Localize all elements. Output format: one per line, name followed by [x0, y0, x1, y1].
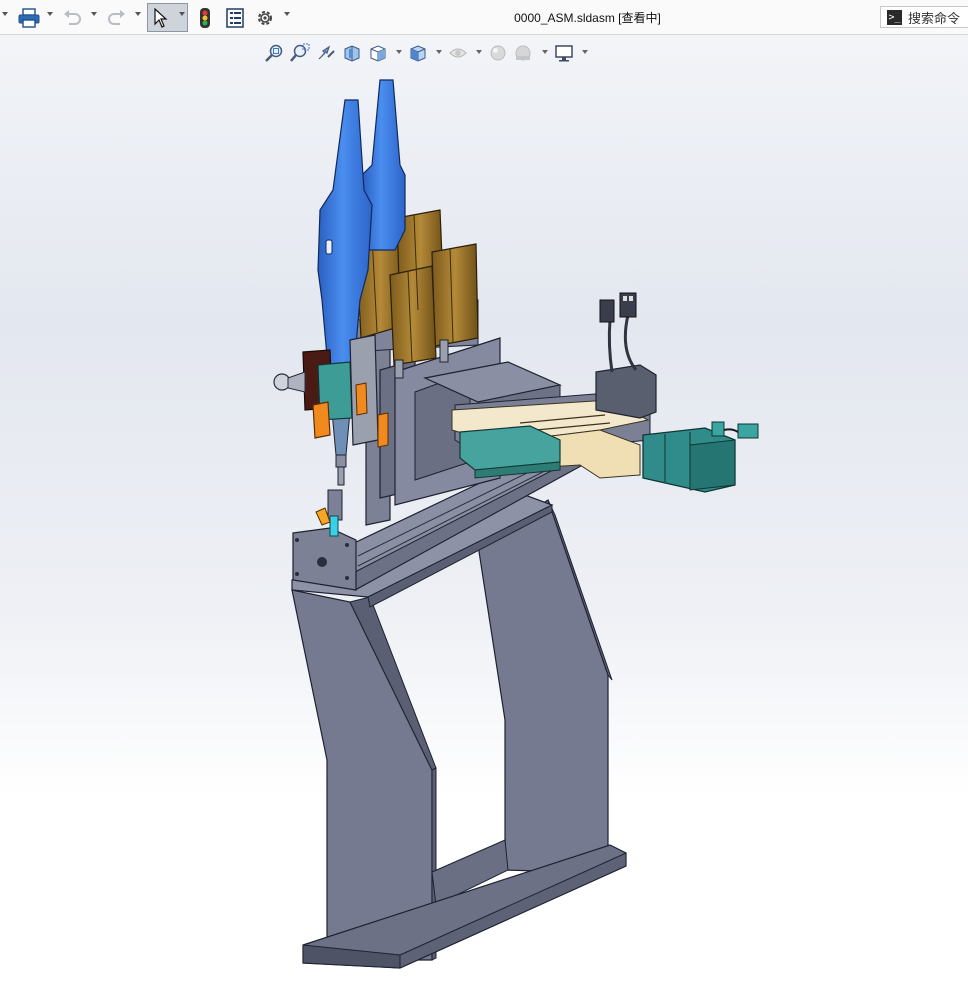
stepper-motor — [642, 421, 759, 493]
title-bar: 0000_ASM.sldasm [查看中] >_ 搜索命令 — [0, 0, 968, 35]
assembly-model[interactable] — [0, 35, 968, 988]
graphics-area[interactable] — [0, 35, 968, 988]
search-placeholder: 搜索命令 — [908, 10, 961, 26]
search-commands-field[interactable]: >_ 搜索命令 — [880, 6, 968, 28]
command-prompt-icon: >_ — [887, 9, 902, 25]
window-title: 0000_ASM.sldasm [查看中] — [514, 11, 661, 25]
motor-with-cables — [595, 292, 657, 419]
